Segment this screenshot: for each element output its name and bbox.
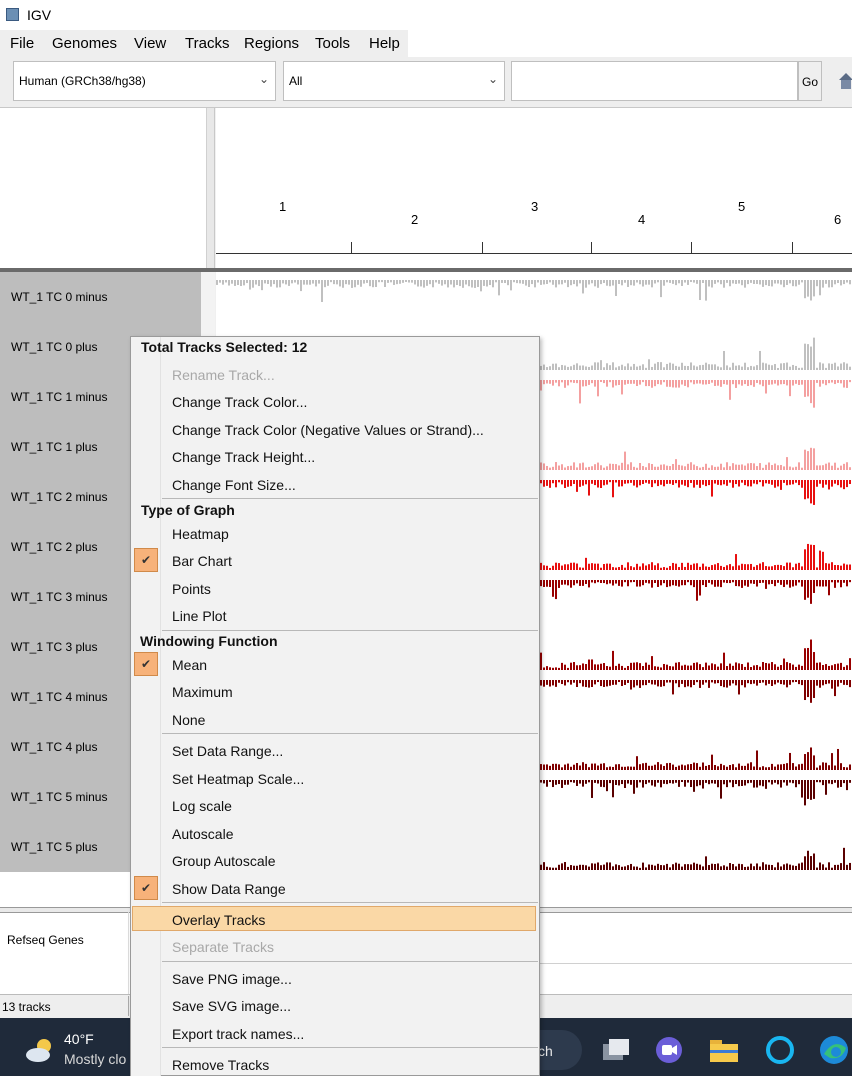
chromosome-dropdown[interactable]: All ⌄ [283,61,505,101]
weather-temperature[interactable]: 40°F [64,1031,94,1047]
menu-item-rename-track: Rename Track... [172,367,275,383]
menu-item-export-track-names[interactable]: Export track names... [172,1026,304,1042]
chromosome-label-6[interactable]: 6 [834,212,841,227]
ruler-tick [591,242,592,253]
menu-header-selected: Total Tracks Selected: 12 [141,339,308,355]
menu-heading-graph-type: Type of Graph [141,502,235,518]
menu-file[interactable]: File [10,35,34,52]
menu-view[interactable]: View [134,35,166,52]
menu-item-change-track-color[interactable]: Change Track Color... [172,394,307,410]
track-name[interactable]: WT_1 TC 2 plus [11,540,97,554]
menu-item-points[interactable]: Points [172,581,211,597]
chevron-down-icon: ⌄ [258,72,269,86]
checkmark-icon: ✔ [134,548,158,572]
ruler-tick [482,242,483,253]
menu-item-change-negative-color[interactable]: Change Track Color (Negative Values or S… [172,422,484,438]
header-name-panel [0,108,207,268]
menu-item-autoscale[interactable]: Autoscale [172,826,233,842]
menu-item-group-autoscale[interactable]: Group Autoscale [172,853,276,869]
gene-track-line [540,963,852,964]
menu-item-log-scale[interactable]: Log scale [172,798,232,814]
track-name[interactable]: WT_1 TC 3 plus [11,640,97,654]
track-name[interactable]: WT_1 TC 4 minus [11,690,107,704]
ruler-axis [216,253,852,254]
file-explorer-icon[interactable] [708,1036,740,1064]
menu-tools[interactable]: Tools [315,35,350,52]
menu-heading-windowing-function: Windowing Function [140,633,278,649]
chromosome-label-4[interactable]: 4 [638,212,645,227]
checkmark-icon: ✔ [134,652,158,676]
menu-separator [162,961,538,962]
menu-separator [162,498,538,499]
home-icon[interactable] [838,72,852,90]
refseq-genes-track-name[interactable]: Refseq Genes [7,933,84,947]
menu-item-mean[interactable]: Mean [172,657,207,673]
menu-item-change-font-size[interactable]: Change Font Size... [172,477,296,493]
track-context-menu [130,336,540,1076]
track-name[interactable]: WT_1 TC 1 plus [11,440,97,454]
menu-item-maximum[interactable]: Maximum [172,684,233,700]
menu-item-separate-tracks: Separate Tracks [172,939,274,955]
track-name[interactable]: WT_1 TC 5 plus [11,840,97,854]
menu-separator [162,902,538,903]
track-name[interactable]: WT_1 TC 0 plus [11,340,97,354]
menu-regions[interactable]: Regions [244,35,299,52]
menu-item-set-heatmap-scale[interactable]: Set Heatmap Scale... [172,771,304,787]
checkmark-icon: ✔ [134,876,158,900]
go-button[interactable]: Go [798,61,822,101]
menu-help[interactable]: Help [369,35,400,52]
menu-icon-gutter [131,337,161,1076]
chevron-down-icon: ⌄ [487,72,498,86]
task-view-icon[interactable] [600,1036,632,1064]
locus-search-input[interactable] [511,61,798,101]
title-bar [0,0,852,30]
igv-app-icon [6,8,19,21]
ruler-tick [351,242,352,253]
genome-dropdown[interactable]: Human (GRCh38/hg38) ⌄ [13,61,276,101]
track-name[interactable]: WT_1 TC 1 minus [11,390,107,404]
menu-separator [162,733,538,734]
ruler-tick [691,242,692,253]
window-title: IGV [27,7,52,23]
weather-cloud-icon[interactable] [24,1036,56,1064]
menu-separator [162,630,538,631]
menu-separator [162,1047,538,1048]
menu-item-overlay-tracks[interactable]: Overlay Tracks [172,912,265,928]
menu-item-show-data-range[interactable]: Show Data Range [172,881,286,897]
menu-item-line-plot[interactable]: Line Plot [172,608,226,624]
header-attribute-panel [207,108,215,268]
weather-description[interactable]: Mostly clo [64,1051,126,1067]
track-name[interactable]: WT_1 TC 4 plus [11,740,97,754]
menu-item-none[interactable]: None [172,712,205,728]
menu-genomes[interactable]: Genomes [52,35,117,52]
cortana-icon[interactable] [764,1034,796,1066]
edge-browser-icon[interactable] [818,1034,850,1066]
track-name[interactable]: WT_1 TC 3 minus [11,590,107,604]
menu-item-set-data-range[interactable]: Set Data Range... [172,743,283,759]
menu-tracks[interactable]: Tracks [185,35,229,52]
meet-chat-icon[interactable] [654,1036,684,1064]
status-separator [128,996,129,1016]
menu-item-heatmap[interactable]: Heatmap [172,526,229,542]
menu-item-change-track-height[interactable]: Change Track Height... [172,449,315,465]
menu-item-remove-tracks[interactable]: Remove Tracks [172,1057,269,1073]
track-coverage [216,280,851,302]
status-track-count: 13 tracks [2,1000,51,1014]
chromosome-label-5[interactable]: 5 [738,199,745,214]
track-name[interactable]: WT_1 TC 2 minus [11,490,107,504]
menu-item-save-png[interactable]: Save PNG image... [172,971,292,987]
ruler-panel[interactable] [216,108,852,268]
menu-item-bar-chart[interactable]: Bar Chart [172,553,232,569]
track-name[interactable]: WT_1 TC 0 minus [11,290,107,304]
feature-panel-divider [128,912,129,994]
menu-item-save-svg[interactable]: Save SVG image... [172,998,291,1014]
taskbar-search-label: ch [538,1043,553,1059]
chromosome-label-1[interactable]: 1 [279,199,286,214]
chromosome-label-3[interactable]: 3 [531,199,538,214]
chromosome-dropdown-value: All [289,74,303,88]
genome-dropdown-value: Human (GRCh38/hg38) [19,74,146,88]
chromosome-label-2[interactable]: 2 [411,212,418,227]
ruler-tick [792,242,793,253]
track-name[interactable]: WT_1 TC 5 minus [11,790,107,804]
